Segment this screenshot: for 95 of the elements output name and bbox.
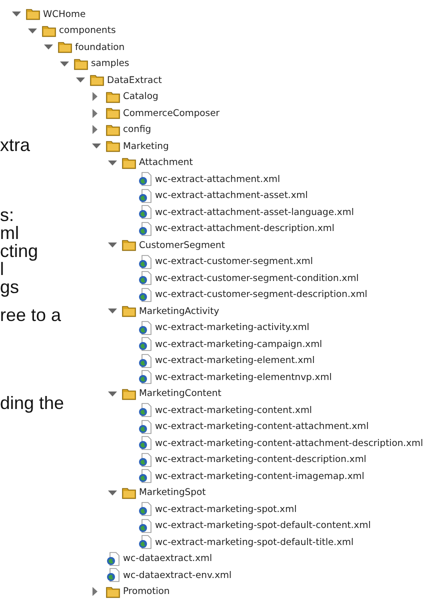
folder-icon bbox=[42, 24, 56, 37]
folder-icon bbox=[106, 140, 120, 152]
expand-arrow-icon[interactable] bbox=[108, 242, 117, 248]
folder-label[interactable]: Marketing bbox=[123, 140, 169, 152]
collapse-arrow-icon[interactable] bbox=[92, 587, 98, 596]
folder-label[interactable]: Catalog bbox=[123, 91, 158, 102]
expand-arrow-icon[interactable] bbox=[44, 44, 53, 50]
file-label[interactable]: wc-extract-attachment.xml bbox=[155, 174, 280, 185]
folder-label[interactable]: MarketingSpot bbox=[139, 487, 206, 498]
xml-file-icon bbox=[138, 370, 152, 384]
folder-icon bbox=[106, 107, 120, 120]
xml-file-icon bbox=[138, 469, 152, 484]
expand-arrow-icon[interactable] bbox=[108, 160, 117, 166]
folder-label[interactable]: components bbox=[59, 25, 116, 36]
file-label[interactable]: wc-extract-marketing-activity.xml bbox=[155, 322, 310, 334]
file-label[interactable]: wc-extract-customer-segment.xml bbox=[155, 256, 313, 268]
xml-file-icon bbox=[138, 354, 152, 368]
background-text: ding the bbox=[0, 394, 64, 412]
xml-file-icon bbox=[138, 518, 152, 533]
file-label[interactable]: wc-extract-marketing-content.xml bbox=[155, 404, 312, 416]
expand-arrow-icon[interactable] bbox=[108, 308, 117, 314]
file-label[interactable]: wc-extract-attachment-description.xml bbox=[155, 223, 334, 234]
expand-arrow-icon[interactable] bbox=[108, 490, 117, 496]
folder-label[interactable]: config bbox=[123, 124, 152, 136]
collapse-arrow-icon[interactable] bbox=[92, 92, 98, 102]
file-label[interactable]: wc-extract-marketing-spot.xml bbox=[155, 504, 297, 515]
xml-file-icon bbox=[138, 172, 152, 186]
folder-label[interactable]: MarketingActivity bbox=[139, 306, 220, 317]
xml-file-icon bbox=[138, 452, 152, 467]
file-label[interactable]: wc-dataextract.xml bbox=[123, 553, 212, 564]
folder-label[interactable]: Attachment bbox=[139, 157, 193, 168]
collapse-arrow-icon[interactable] bbox=[92, 125, 98, 134]
expand-arrow-icon[interactable] bbox=[92, 143, 101, 150]
folder-icon bbox=[106, 586, 120, 598]
file-label[interactable]: wc-extract-marketing-content-attachment-description.xml bbox=[155, 438, 424, 449]
file-label[interactable]: wc-extract-customer-segment-condition.xml bbox=[155, 272, 359, 284]
folder-icon bbox=[90, 74, 104, 86]
folder-icon bbox=[106, 90, 120, 103]
folder-label[interactable]: foundation bbox=[75, 42, 125, 53]
xml-file-icon bbox=[138, 420, 152, 434]
folder-icon bbox=[122, 486, 136, 499]
folder-label[interactable]: samples bbox=[91, 58, 130, 70]
folder-icon bbox=[122, 156, 136, 169]
folder-icon bbox=[122, 388, 136, 400]
folder-icon bbox=[122, 305, 136, 318]
folder-icon bbox=[74, 58, 88, 70]
folder-label[interactable]: Promotion bbox=[123, 586, 170, 598]
folder-label[interactable]: MarketingContent bbox=[139, 388, 222, 400]
folder-icon bbox=[122, 239, 136, 252]
expand-arrow-icon[interactable] bbox=[28, 28, 37, 34]
expand-arrow-icon[interactable] bbox=[12, 11, 21, 18]
file-label[interactable]: wc-extract-attachment-asset-language.xml bbox=[155, 206, 354, 218]
xml-file-icon bbox=[138, 337, 152, 352]
file-label[interactable]: wc-extract-marketing-content-attachment.xml bbox=[155, 421, 369, 432]
collapse-arrow-icon[interactable] bbox=[92, 108, 98, 118]
xml-file-icon bbox=[138, 271, 152, 286]
folder-label[interactable]: WCHome bbox=[43, 8, 86, 20]
file-label[interactable]: wc-extract-marketing-spot-default-content.xml bbox=[155, 520, 371, 532]
background-text: cting bbox=[0, 242, 40, 260]
file-label[interactable]: wc-extract-marketing-campaign.xml bbox=[155, 338, 322, 350]
folder-label[interactable]: DataExtract bbox=[107, 74, 162, 86]
file-label[interactable]: wc-extract-customer-segment-description.xml bbox=[155, 289, 368, 300]
file-label[interactable]: wc-extract-marketing-elementnvp.xml bbox=[155, 372, 332, 383]
expand-arrow-icon[interactable] bbox=[108, 390, 117, 397]
xml-file-icon bbox=[138, 288, 152, 302]
folder-label[interactable]: CommerceComposer bbox=[123, 108, 220, 119]
xml-file-icon bbox=[138, 403, 152, 418]
file-label[interactable]: wc-extract-marketing-spot-default-title.xml bbox=[155, 536, 354, 548]
file-label[interactable]: wc-extract-marketing-content-description.xml bbox=[155, 454, 366, 466]
xml-file-icon bbox=[138, 502, 152, 516]
file-label[interactable]: wc-dataextract-env.xml bbox=[123, 570, 232, 581]
xml-file-icon bbox=[138, 436, 152, 450]
folder-icon bbox=[26, 8, 40, 20]
background-text: s: bbox=[0, 206, 16, 224]
xml-file-icon bbox=[138, 188, 152, 203]
expand-arrow-icon[interactable] bbox=[60, 60, 69, 67]
xml-file-icon bbox=[138, 222, 152, 236]
background-text: gs bbox=[0, 278, 20, 296]
background-text: ml bbox=[0, 224, 20, 242]
xml-file-icon bbox=[138, 254, 152, 269]
xml-file-icon bbox=[138, 320, 152, 335]
file-label[interactable]: wc-extract-marketing-element.xml bbox=[155, 355, 315, 366]
background-text: ree to a bbox=[0, 306, 62, 324]
file-label[interactable]: wc-extract-marketing-content-imagemap.xml bbox=[155, 470, 364, 482]
background-text: l bbox=[0, 260, 4, 278]
xml-file-icon bbox=[138, 205, 152, 220]
background-text: xtra bbox=[0, 136, 32, 154]
folder-icon bbox=[106, 124, 120, 136]
expand-arrow-icon[interactable] bbox=[76, 77, 85, 84]
xml-file-icon bbox=[106, 552, 120, 566]
folder-icon bbox=[58, 41, 72, 54]
folder-label[interactable]: CustomerSegment bbox=[139, 240, 225, 251]
file-label[interactable]: wc-extract-attachment-asset.xml bbox=[155, 190, 308, 202]
xml-file-icon bbox=[138, 535, 152, 550]
xml-file-icon bbox=[106, 568, 120, 582]
